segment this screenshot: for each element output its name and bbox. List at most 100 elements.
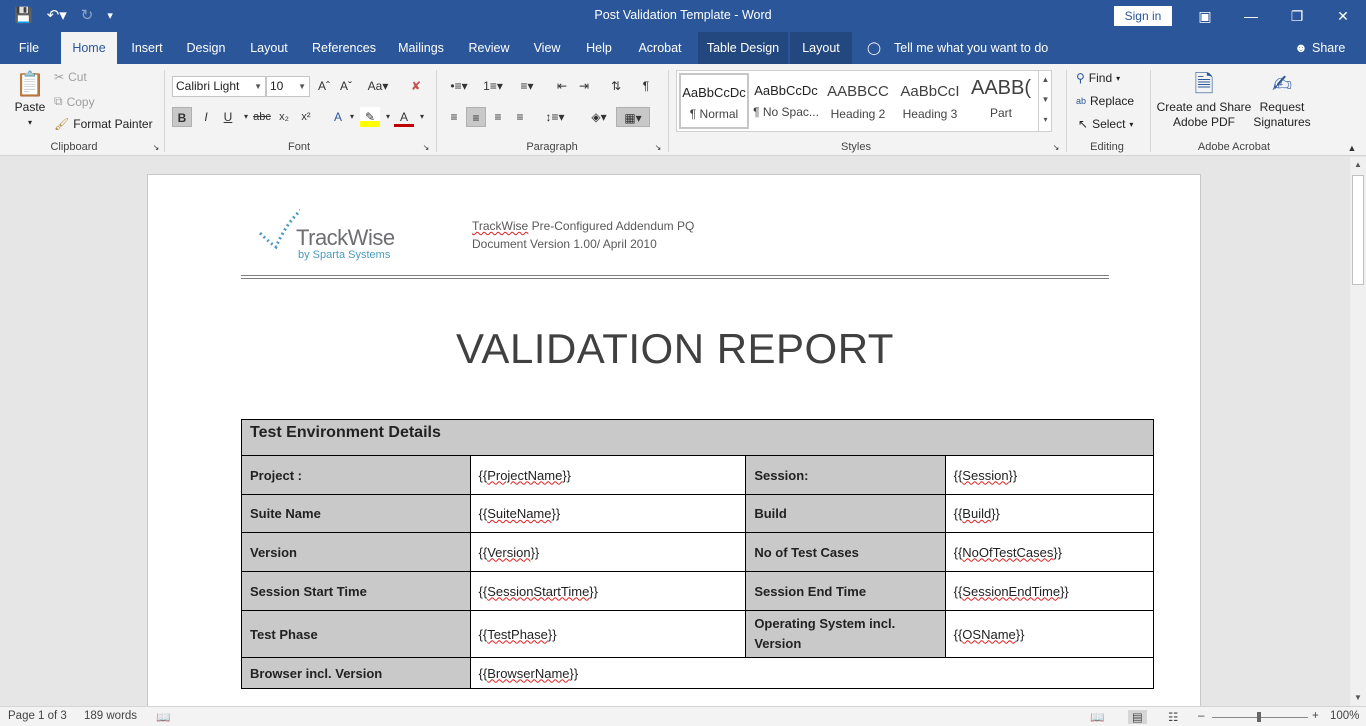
tab-table-design[interactable]: Table Design bbox=[698, 32, 788, 64]
sort-icon[interactable]: ⇅ bbox=[606, 76, 626, 96]
chevron-down-icon[interactable]: ▾ bbox=[412, 107, 432, 127]
superscript-button[interactable]: x² bbox=[296, 107, 316, 127]
tab-file[interactable]: File bbox=[8, 32, 50, 64]
paragraph-launcher-icon[interactable]: ↘ bbox=[652, 142, 664, 154]
tab-insert[interactable]: Insert bbox=[124, 32, 170, 64]
numbering-icon[interactable]: 1≡▾ bbox=[478, 76, 508, 96]
italic-button[interactable]: I bbox=[196, 107, 216, 127]
align-right-icon[interactable]: ≡ bbox=[488, 107, 508, 127]
font-launcher-icon[interactable]: ↘ bbox=[420, 142, 432, 154]
line-spacing-icon[interactable]: ↕≡▾ bbox=[540, 107, 570, 127]
font-name-combo[interactable]: Calibri Light ▼ bbox=[172, 76, 266, 97]
zoom-level[interactable]: 100% bbox=[1330, 710, 1359, 722]
align-center-icon[interactable]: ≡ bbox=[466, 107, 486, 127]
minimize-icon[interactable]: — bbox=[1228, 0, 1274, 32]
ribbon-display-icon[interactable]: ▣ bbox=[1182, 0, 1228, 32]
format-painter-button[interactable]: 🖌 Format Painter bbox=[54, 117, 153, 131]
style-part[interactable]: AABB( Part bbox=[967, 73, 1035, 129]
table-value[interactable]: {{OSName}} bbox=[944, 610, 1155, 658]
justify-icon[interactable]: ≡ bbox=[510, 107, 530, 127]
copy-button[interactable]: ⧉ Copy bbox=[54, 94, 95, 109]
tab-help[interactable]: Help bbox=[580, 32, 618, 64]
tab-mailings[interactable]: Mailings bbox=[392, 32, 450, 64]
tab-acrobat[interactable]: Acrobat bbox=[632, 32, 688, 64]
shrink-font-icon[interactable]: Aˇ bbox=[336, 76, 356, 96]
style-no-spacing[interactable]: AaBbCcDc ¶ No Spac... bbox=[751, 73, 821, 129]
share-button[interactable]: Share bbox=[1312, 32, 1356, 64]
tab-view[interactable]: View bbox=[528, 32, 566, 64]
paste-dropdown-icon[interactable]: ▾ bbox=[10, 115, 50, 130]
style-heading-2[interactable]: AABBCC Heading 2 bbox=[823, 73, 893, 129]
tab-layout[interactable]: Layout bbox=[244, 32, 294, 64]
scrollbar-thumb[interactable] bbox=[1352, 175, 1364, 285]
style-heading-3[interactable]: AaBbCcI Heading 3 bbox=[895, 73, 965, 129]
tell-me-search[interactable]: Tell me what you want to do bbox=[894, 32, 1064, 64]
align-left-icon[interactable]: ≡ bbox=[444, 107, 464, 127]
tab-review[interactable]: Review bbox=[464, 32, 514, 64]
table-value[interactable]: {{Build}} bbox=[944, 494, 1155, 533]
decrease-indent-icon[interactable]: ⇤ bbox=[552, 76, 572, 96]
tab-design[interactable]: Design bbox=[182, 32, 230, 64]
document-page[interactable]: TrackWise by Sparta Systems TrackWise Pr… bbox=[147, 174, 1201, 706]
highlight-icon[interactable]: ✎ bbox=[360, 107, 380, 127]
page-count[interactable]: Page 1 of 3 bbox=[8, 710, 67, 722]
table-value[interactable]: {{Version}} bbox=[469, 532, 747, 572]
table-value[interactable]: {{SessionEndTime}} bbox=[944, 571, 1155, 611]
clear-formatting-icon[interactable]: ✘ bbox=[406, 76, 426, 96]
proofing-icon[interactable]: 📖 bbox=[156, 710, 170, 724]
bold-button[interactable]: B bbox=[172, 107, 192, 127]
restore-icon[interactable]: ❐ bbox=[1274, 0, 1320, 32]
create-share-pdf-button[interactable]: 🗎 Create and Share Adobe PDF bbox=[1156, 70, 1252, 130]
table-value[interactable]: {{NoOfTestCases}} bbox=[944, 532, 1155, 572]
increase-indent-icon[interactable]: ⇥ bbox=[574, 76, 594, 96]
more-styles-icon[interactable]: ▾ bbox=[1039, 110, 1052, 130]
close-icon[interactable]: ✕ bbox=[1320, 0, 1366, 32]
show-formatting-icon[interactable]: ¶ bbox=[636, 76, 656, 96]
borders-icon[interactable]: ▦▾ bbox=[616, 107, 650, 127]
cut-button[interactable]: ✂ Cut bbox=[54, 70, 87, 84]
styles-launcher-icon[interactable]: ↘ bbox=[1050, 142, 1062, 154]
read-mode-icon[interactable]: 📖 bbox=[1090, 710, 1104, 724]
bullets-icon[interactable]: •≡▾ bbox=[444, 76, 474, 96]
scroll-down-icon[interactable]: ▼ bbox=[1350, 690, 1366, 706]
font-color-icon[interactable]: A bbox=[394, 107, 414, 127]
grow-font-icon[interactable]: Aˆ bbox=[314, 76, 334, 96]
table-value[interactable]: {{TestPhase}} bbox=[469, 610, 747, 658]
replace-button[interactable]: ab Replace bbox=[1076, 94, 1134, 108]
chevron-down-icon[interactable]: ▾ bbox=[342, 107, 362, 127]
tab-references[interactable]: References bbox=[308, 32, 380, 64]
table-value[interactable]: {{Session}} bbox=[944, 455, 1155, 495]
sign-in-button[interactable]: Sign in bbox=[1114, 6, 1172, 26]
clipboard-launcher-icon[interactable]: ↘ bbox=[150, 142, 162, 154]
select-button[interactable]: ↖ Select ▾ bbox=[1078, 117, 1133, 131]
table-value[interactable]: {{SuiteName}} bbox=[469, 494, 747, 533]
paste-button[interactable]: 📋 Paste ▾ bbox=[10, 70, 50, 130]
tab-home[interactable]: Home bbox=[61, 32, 117, 64]
subscript-button[interactable]: x₂ bbox=[274, 107, 294, 127]
word-count[interactable]: 189 words bbox=[84, 710, 137, 722]
web-layout-icon[interactable]: ☷ bbox=[1168, 710, 1178, 724]
zoom-slider-thumb[interactable] bbox=[1257, 712, 1261, 722]
shading-icon[interactable]: ◈▾ bbox=[584, 107, 614, 127]
change-case-icon[interactable]: Aa▾ bbox=[364, 76, 392, 96]
request-signatures-button[interactable]: ✍ Request Signatures bbox=[1252, 70, 1312, 130]
zoom-out-icon[interactable]: – bbox=[1198, 710, 1204, 722]
multilevel-list-icon[interactable]: ≡▾ bbox=[512, 76, 542, 96]
tab-table-layout[interactable]: Layout bbox=[790, 32, 852, 64]
vertical-scrollbar[interactable]: ▲ ▼ bbox=[1350, 157, 1366, 706]
scroll-down-icon[interactable]: ▼ bbox=[1039, 90, 1052, 110]
scroll-up-icon[interactable]: ▲ bbox=[1039, 70, 1052, 90]
styles-scroll: ▲ ▼ ▾ bbox=[1038, 70, 1052, 132]
style-normal[interactable]: AaBbCcDc ¶ Normal bbox=[679, 73, 749, 129]
strikethrough-button[interactable]: abc bbox=[252, 107, 272, 127]
font-size-combo[interactable]: 10 ▼ bbox=[266, 76, 310, 97]
zoom-in-icon[interactable]: + bbox=[1312, 710, 1319, 722]
table-value[interactable]: {{BrowserName}} bbox=[469, 657, 1154, 689]
table-value[interactable]: {{SessionStartTime}} bbox=[469, 571, 747, 611]
print-layout-icon[interactable]: ▤ bbox=[1128, 710, 1147, 724]
collapse-ribbon-icon[interactable]: ▲ bbox=[1342, 138, 1362, 158]
underline-button[interactable]: U bbox=[218, 107, 238, 127]
find-button[interactable]: ⚲ Find ▾ bbox=[1076, 71, 1120, 85]
scroll-up-icon[interactable]: ▲ bbox=[1350, 157, 1366, 173]
table-value[interactable]: {{ProjectName}} bbox=[469, 455, 747, 495]
